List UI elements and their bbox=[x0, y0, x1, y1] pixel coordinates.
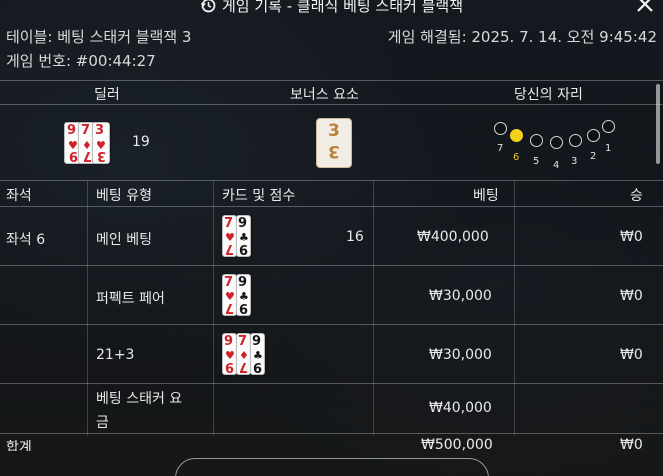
header-seat: 좌석 bbox=[6, 188, 32, 204]
scrollbar[interactable] bbox=[656, 84, 660, 164]
player-hand: 9 ♥ 9 7 ♦ 7 9 ♣ 9 bbox=[222, 333, 265, 375]
summary-body: 9 ♥ 9 7 ♦ 7 3 ♥ 3 19 3 3 7 6 5 4 3 2 1 bbox=[0, 106, 663, 180]
row-win: ₩0 bbox=[620, 288, 643, 304]
game-info: 테이블: 베팅 스태커 블랙잭 3 게임 해결됨: 2025. 7. 14. 오… bbox=[0, 24, 663, 72]
playing-card: 9 ♣ 9 bbox=[236, 215, 251, 257]
seat-dot bbox=[587, 129, 600, 142]
table-row: 퍼펙트 페어 7 ♥ 7 9 ♣ 9 ₩30,000 ₩0 bbox=[0, 266, 663, 324]
dealer-score: 19 bbox=[132, 134, 150, 150]
table-row: 좌석 6 메인 베팅 7 ♥ 7 9 ♣ 9 16 ₩400,000 ₩0 bbox=[0, 207, 663, 265]
pagination-button[interactable] bbox=[175, 458, 489, 476]
bonus-heading: 보너스 요소 bbox=[290, 87, 359, 103]
header-bet: 베팅 bbox=[473, 188, 499, 204]
row-bet-type: 퍼펙트 페어 bbox=[96, 291, 165, 307]
total-label: 합계 bbox=[6, 440, 32, 451]
bonus-value-inverted: 3 bbox=[328, 141, 340, 161]
bonus-card: 3 3 bbox=[316, 118, 352, 168]
row-bet-type-continued: 금 bbox=[96, 415, 109, 431]
row-score: 16 bbox=[346, 229, 364, 245]
seat-dot bbox=[494, 122, 507, 135]
seat-dot bbox=[569, 134, 582, 147]
header-cards-score: 카드 및 점수 bbox=[222, 188, 296, 204]
bonus-value: 3 bbox=[328, 121, 340, 141]
seat-number: 1 bbox=[605, 143, 612, 154]
row-bet-type: 베팅 스태커 요 bbox=[96, 391, 183, 407]
playing-card: 9 ♣ 9 bbox=[236, 274, 251, 316]
history-icon bbox=[200, 0, 216, 13]
seat-number: 6 bbox=[513, 152, 520, 163]
divider bbox=[0, 80, 663, 81]
table-row: 베팅 스태커 요 금 ₩40,000 bbox=[0, 384, 663, 436]
settled-time: 게임 해결됨: 2025. 7. 14. 오전 9:45:42 bbox=[387, 27, 657, 46]
total-win: ₩0 bbox=[620, 437, 643, 451]
divider bbox=[0, 104, 663, 105]
table-header: 좌석 베팅 유형 카드 및 점수 베팅 승 bbox=[0, 181, 663, 207]
row-win: ₩0 bbox=[620, 229, 643, 245]
game-number: 게임 번호: #00:44:27 bbox=[6, 51, 156, 70]
header-win: 승 bbox=[630, 188, 643, 204]
seat-dot bbox=[602, 120, 615, 133]
player-hand: 7 ♥ 7 9 ♣ 9 bbox=[222, 215, 251, 257]
row-bet: ₩30,000 bbox=[429, 288, 492, 304]
seat-number: 7 bbox=[497, 143, 504, 154]
header-bet-type: 베팅 유형 bbox=[96, 188, 152, 204]
close-icon bbox=[637, 0, 653, 12]
seat-number: 5 bbox=[533, 156, 540, 167]
player-hand: 7 ♥ 7 9 ♣ 9 bbox=[222, 274, 251, 316]
row-seat: 좌석 6 bbox=[6, 232, 46, 248]
row-bet: ₩40,000 bbox=[429, 400, 492, 416]
seat-number: 4 bbox=[553, 160, 560, 171]
row-bet: ₩400,000 bbox=[417, 229, 489, 245]
playing-card: 9 ♥ 9 bbox=[222, 333, 237, 375]
table-row: 21+3 9 ♥ 9 7 ♦ 7 9 ♣ 9 ₩30,000 ₩0 bbox=[0, 325, 663, 383]
seat-map: 7 6 5 4 3 2 1 bbox=[490, 112, 620, 172]
total-row: 합계 ₩500,000 ₩0 bbox=[0, 435, 663, 451]
seat-dot bbox=[530, 134, 543, 147]
playing-card: 3 ♥ 3 bbox=[92, 122, 110, 164]
seat-dot-active bbox=[510, 129, 523, 142]
total-bet: ₩500,000 bbox=[421, 437, 493, 451]
row-bet-type: 21+3 bbox=[96, 347, 135, 363]
seat-heading: 당신의 자리 bbox=[514, 87, 583, 103]
playing-card: 7 ♥ 7 bbox=[222, 215, 237, 257]
summary-header: 딜러 보너스 요소 당신의 자리 bbox=[0, 82, 663, 104]
title-bar: 게임 기록 - 클래식 베팅 스태커 블랙잭 bbox=[0, 0, 663, 18]
row-bet: ₩30,000 bbox=[429, 347, 492, 363]
dialog-title: 게임 기록 - 클래식 베팅 스태커 블랙잭 bbox=[221, 0, 464, 15]
playing-card: 7 ♦ 7 bbox=[236, 333, 251, 375]
dealer-hand: 9 ♥ 9 7 ♦ 7 3 ♥ 3 bbox=[64, 122, 110, 164]
game-history-panel: 게임 기록 - 클래식 베팅 스태커 블랙잭 테이블: 베팅 스태커 블랙잭 3… bbox=[0, 0, 663, 476]
row-win: ₩0 bbox=[620, 347, 643, 363]
close-button[interactable] bbox=[635, 0, 655, 14]
dealer-heading: 딜러 bbox=[94, 87, 120, 103]
row-bet-type: 메인 베팅 bbox=[96, 232, 152, 248]
seat-number: 3 bbox=[571, 156, 578, 167]
seat-dot bbox=[550, 136, 563, 149]
playing-card: 9 ♣ 9 bbox=[250, 333, 265, 375]
divider bbox=[0, 433, 663, 434]
seat-number: 2 bbox=[590, 151, 597, 162]
table-name: 테이블: 베팅 스태커 블랙잭 3 bbox=[6, 27, 192, 46]
playing-card: 7 ♥ 7 bbox=[222, 274, 237, 316]
